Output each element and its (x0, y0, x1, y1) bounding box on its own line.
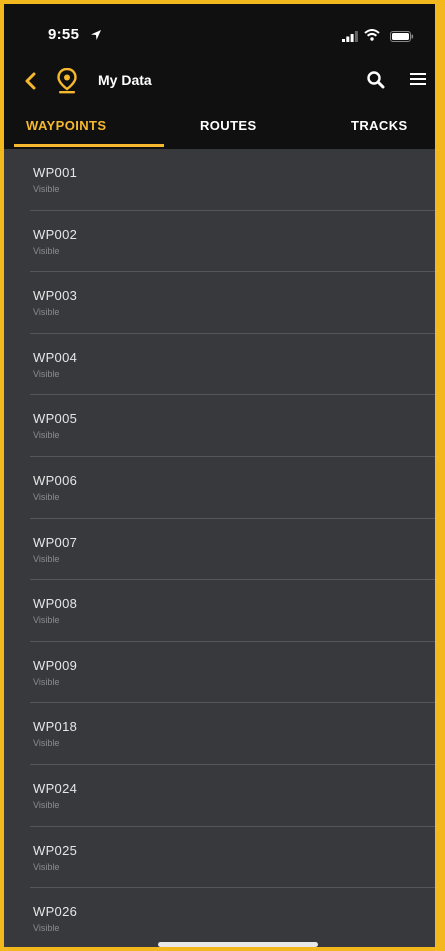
waypoint-name: WP004 (33, 349, 78, 365)
waypoint-list: WP001 Visible WP002 Visible WP003 Visibl… (4, 149, 435, 950)
nav-bar: My Data (4, 66, 435, 106)
back-chevron-icon[interactable] (24, 72, 36, 95)
waypoint-status: Visible (33, 799, 60, 810)
home-indicator[interactable] (158, 942, 318, 947)
waypoint-status: Visible (33, 923, 60, 934)
waypoint-name: WP009 (33, 657, 78, 673)
waypoint-status: Visible (33, 184, 60, 194)
map-pin-icon (56, 67, 78, 99)
active-tab-indicator (14, 144, 164, 147)
waypoint-name: WP003 (33, 288, 78, 304)
waypoint-name: WP008 (33, 596, 78, 612)
list-item[interactable]: WP025 Visible (4, 827, 435, 889)
list-item[interactable]: WP008 Visible (4, 580, 435, 642)
location-arrow-icon (90, 28, 102, 46)
battery-icon (390, 29, 414, 47)
waypoint-name: WP005 (33, 411, 78, 427)
list-item[interactable]: WP006 Visible (4, 457, 435, 519)
tab-routes[interactable]: ROUTES (200, 118, 257, 133)
menu-icon[interactable] (410, 72, 426, 91)
list-item[interactable]: WP009 Visible (4, 642, 435, 704)
waypoint-status: Visible (33, 861, 60, 872)
waypoint-name: WP025 (33, 842, 78, 858)
waypoint-name: WP018 (33, 719, 78, 735)
wifi-icon (364, 28, 380, 46)
list-item[interactable]: WP024 Visible (4, 765, 435, 827)
waypoint-name: WP024 (33, 780, 78, 796)
waypoint-name: WP007 (33, 534, 78, 550)
waypoint-status: Visible (33, 738, 60, 749)
list-item[interactable]: WP026 Visible (4, 888, 435, 950)
waypoint-name: WP006 (33, 472, 78, 488)
waypoint-status: Visible (33, 553, 60, 564)
divider (30, 949, 435, 950)
list-item[interactable]: WP007 Visible (4, 519, 435, 581)
app-screen: 9:55 My Data WAYPOINTS ROUTES TRACKS WP0… (0, 0, 445, 951)
app-header: 9:55 My Data WAYPOINTS ROUTES TRACKS (4, 4, 435, 149)
signal-icon (342, 29, 358, 47)
waypoint-name: WP002 (33, 226, 78, 242)
list-item[interactable]: WP001 Visible (4, 149, 435, 211)
list-item[interactable]: WP018 Visible (4, 703, 435, 765)
waypoint-status: Visible (33, 368, 60, 379)
search-icon[interactable] (366, 70, 386, 95)
tab-waypoints[interactable]: WAYPOINTS (26, 118, 106, 133)
waypoint-status: Visible (33, 430, 60, 441)
waypoint-status: Visible (33, 491, 60, 502)
status-bar: 9:55 (4, 4, 435, 66)
tab-tracks[interactable]: TRACKS (351, 118, 408, 133)
waypoint-status: Visible (33, 245, 60, 256)
list-item[interactable]: WP002 Visible (4, 211, 435, 273)
waypoint-status: Visible (33, 676, 60, 687)
waypoint-status: Visible (33, 307, 60, 318)
waypoint-status: Visible (33, 615, 60, 626)
list-item[interactable]: WP005 Visible (4, 395, 435, 457)
tab-bar: WAYPOINTS ROUTES TRACKS (4, 108, 435, 149)
waypoint-name: WP026 (33, 904, 78, 920)
list-item[interactable]: WP004 Visible (4, 334, 435, 396)
page-title: My Data (98, 72, 152, 88)
status-time: 9:55 (48, 26, 80, 43)
list-item[interactable]: WP003 Visible (4, 272, 435, 334)
waypoint-name: WP001 (33, 165, 78, 180)
